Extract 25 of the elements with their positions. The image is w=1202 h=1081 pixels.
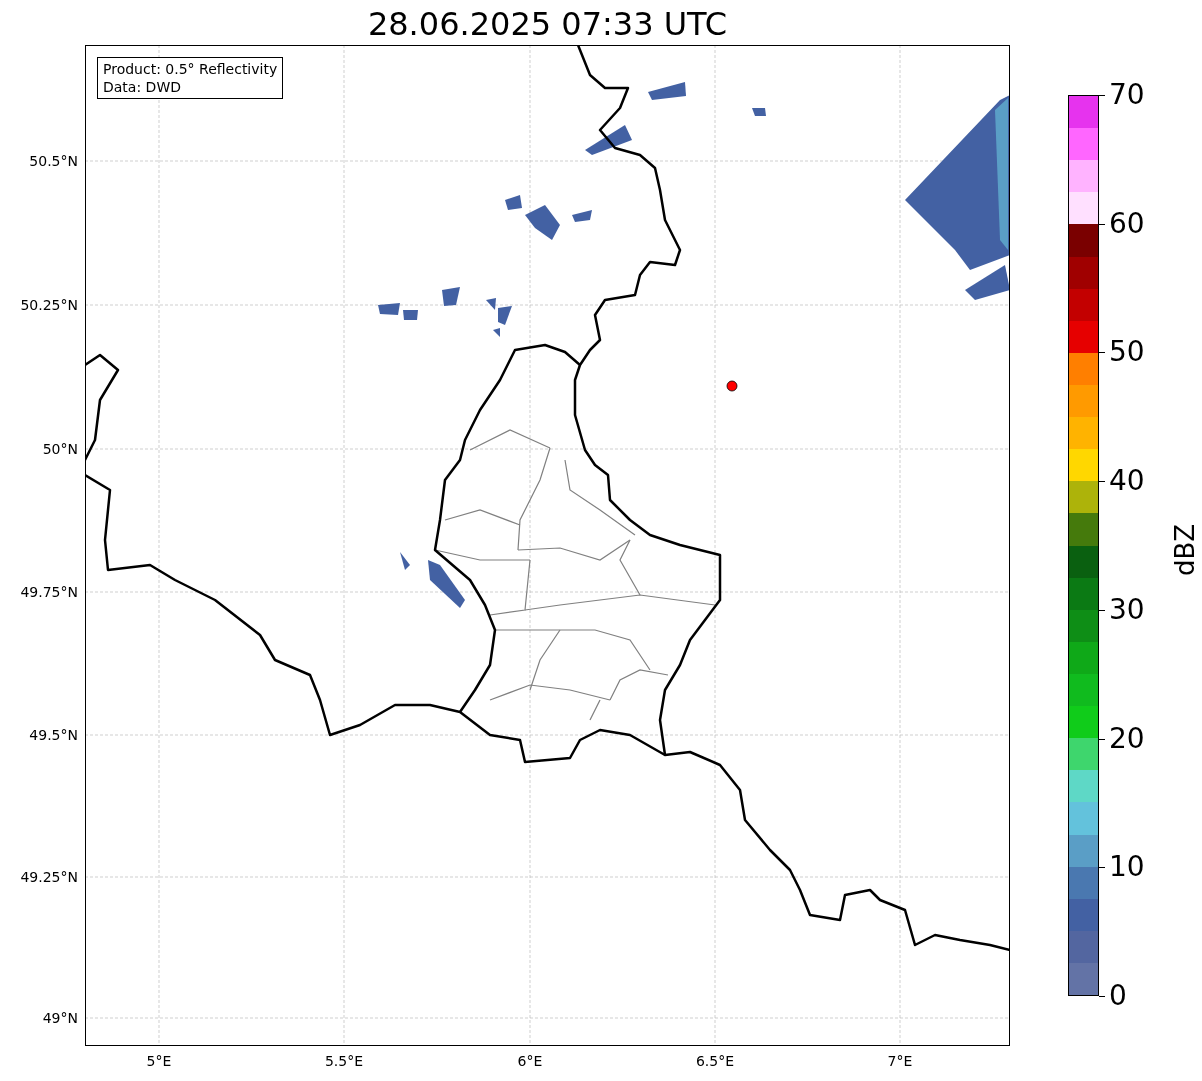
longitude-label: 6.5°E (694, 1052, 736, 1070)
colorbar-tick-label: 50 (1109, 336, 1145, 369)
latitude-label: 50.5°N (28, 152, 78, 170)
colorbar-tick-label: 40 (1109, 465, 1145, 498)
colorbar-tick-label: 30 (1109, 593, 1145, 626)
latitude-label: 50°N (41, 440, 78, 458)
chart-title: 28.06.2025 07:33 UTC (366, 4, 729, 44)
longitude-label: 7°E (886, 1052, 914, 1070)
colorbar-tick-label: 70 (1109, 79, 1145, 111)
colorbar-tick-label: 20 (1109, 722, 1145, 755)
colorbar-tick-label: 60 (1109, 207, 1145, 240)
latitude-label: 49.5°N (28, 726, 78, 744)
legend-text: Data: DWD (103, 78, 182, 96)
longitude-label: 5°E (145, 1052, 173, 1070)
latitude-label: 49.75°N (19, 583, 78, 601)
longitude-label: 6°E (516, 1052, 544, 1070)
colorbar-tick-label: 10 (1109, 851, 1145, 884)
latitude-label: 50.25°N (19, 296, 78, 314)
colorbar-label: dBZ (1169, 522, 1201, 579)
colorbar-tick (1099, 996, 1105, 997)
longitude-label: 5.5°E (323, 1052, 365, 1070)
colorbar-tick-label: 0 (1109, 980, 1127, 1012)
legend-text: Product: 0.5° Reflectivity (103, 60, 278, 78)
latitude-label: 49.25°N (19, 868, 78, 886)
latitude-label: 49°N (41, 1009, 78, 1027)
